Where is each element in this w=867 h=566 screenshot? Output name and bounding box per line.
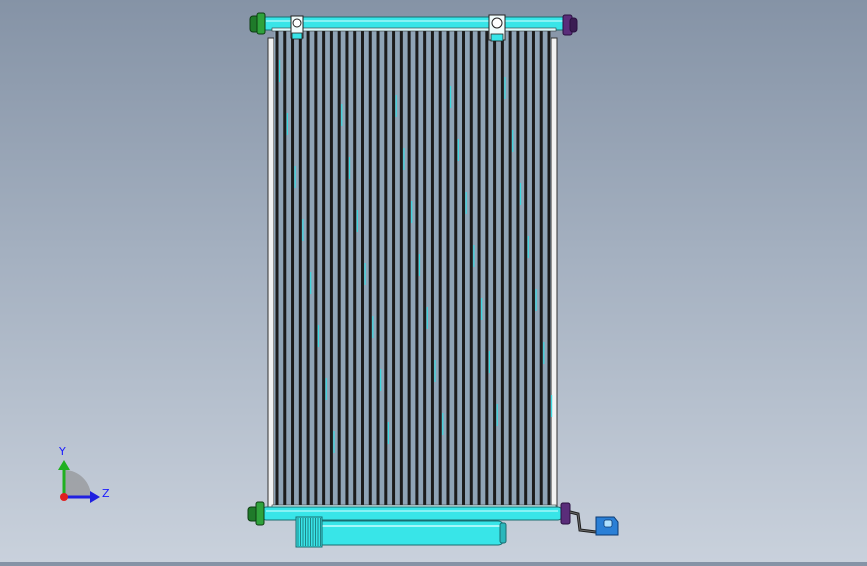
- tube-highlight: [481, 298, 483, 320]
- tube-highlight: [411, 201, 413, 223]
- tube-highlight: [341, 104, 343, 126]
- condenser-tube: [376, 31, 380, 506]
- tube-highlight: [364, 263, 366, 285]
- x-axis-dot: [60, 493, 68, 501]
- condenser-tube: [462, 31, 466, 506]
- tube-highlight: [418, 254, 421, 276]
- condenser-tube: [531, 31, 535, 506]
- tube-highlight: [473, 245, 475, 267]
- condenser-tube: [500, 31, 504, 506]
- condenser-tube: [438, 31, 442, 506]
- condenser-tube: [322, 31, 326, 506]
- tube-highlight: [302, 219, 304, 241]
- top-left-mount-bracket[interactable]: [290, 15, 304, 40]
- condenser-tube: [516, 31, 520, 506]
- condenser-tube: [314, 31, 318, 506]
- condenser-tube: [384, 31, 388, 506]
- condenser-tube: [454, 31, 458, 506]
- tube-highlight: [279, 60, 281, 82]
- top-header-tank[interactable]: [261, 16, 569, 32]
- receiver-drier[interactable]: [295, 516, 507, 548]
- tube-highlight: [442, 413, 444, 435]
- tube-highlight: [496, 404, 498, 426]
- condenser-tube: [306, 31, 310, 506]
- condenser-tube: [539, 31, 543, 506]
- tube-highlight: [403, 148, 405, 170]
- tube-highlight: [535, 289, 537, 311]
- tube-highlight: [465, 192, 467, 214]
- condenser-tube: [446, 31, 450, 506]
- tube-highlight: [333, 431, 335, 453]
- tube-highlight: [294, 166, 296, 188]
- tube-highlight: [543, 342, 545, 364]
- tube-highlight: [286, 113, 288, 135]
- condenser-tube: [469, 31, 473, 506]
- condenser-tube: [407, 31, 411, 506]
- y-axis-label: Y: [58, 445, 66, 458]
- condenser-tube: [423, 31, 427, 506]
- tube-highlight: [317, 325, 320, 347]
- tube-highlight: [310, 272, 312, 294]
- tube-highlight: [512, 130, 514, 152]
- condenser-tube: [291, 31, 295, 506]
- tube-highlight: [519, 183, 522, 205]
- condenser-tube: [524, 31, 528, 506]
- tube-highlight: [449, 86, 452, 108]
- bottom-right-fitting[interactable]: [560, 502, 597, 534]
- condenser-tube: [399, 31, 403, 506]
- tube-highlight: [395, 95, 397, 117]
- bottom-left-fitting[interactable]: [247, 501, 265, 526]
- condenser-tube: [547, 31, 551, 506]
- condenser-tube: [329, 31, 333, 506]
- cad-viewport[interactable]: Y Z: [0, 0, 867, 562]
- tube-highlight: [551, 395, 553, 417]
- model-canvas[interactable]: Y Z: [0, 0, 867, 562]
- condenser-tube: [430, 31, 434, 506]
- condenser-tube: [508, 31, 512, 506]
- y-axis-arrow: [58, 460, 70, 470]
- tube-highlight: [348, 157, 351, 179]
- condenser-tube: [298, 31, 302, 506]
- tube-highlight: [457, 139, 459, 161]
- top-right-mount-bracket[interactable]: [488, 14, 506, 42]
- condenser-tube: [477, 31, 481, 506]
- tube-highlight: [372, 316, 374, 338]
- condenser-tube: [392, 31, 396, 506]
- condenser-tube: [360, 31, 364, 506]
- left-side-frame: [267, 37, 275, 509]
- triad-plane-patch: [64, 470, 91, 497]
- tube-highlight: [434, 360, 436, 382]
- right-side-frame: [550, 37, 558, 509]
- condenser-tube: [485, 31, 489, 506]
- tube-highlight: [504, 77, 506, 99]
- condenser-tube: [353, 31, 357, 506]
- condenser-tube: [345, 31, 349, 506]
- coordinate-triad: Y Z: [58, 445, 110, 503]
- tube-highlight: [527, 236, 529, 258]
- tube-highlight: [380, 369, 382, 391]
- condenser-tube: [368, 31, 372, 506]
- tube-highlight: [325, 378, 327, 400]
- condenser-tube: [415, 31, 419, 506]
- sensor-bracket[interactable]: [595, 516, 619, 536]
- tube-highlight: [387, 422, 389, 444]
- z-axis-label: Z: [102, 487, 110, 500]
- condenser-tube: [337, 31, 341, 506]
- tube-highlight: [426, 307, 428, 329]
- top-right-fitting[interactable]: [562, 14, 578, 36]
- z-axis-arrow: [90, 491, 100, 503]
- condenser-model[interactable]: [247, 12, 619, 548]
- condenser-tube: [275, 31, 279, 506]
- condenser-tube: [283, 31, 287, 506]
- condenser-tube: [493, 31, 497, 506]
- top-left-fitting[interactable]: [249, 12, 266, 35]
- tube-highlight: [488, 351, 491, 373]
- tube-highlight: [356, 210, 358, 232]
